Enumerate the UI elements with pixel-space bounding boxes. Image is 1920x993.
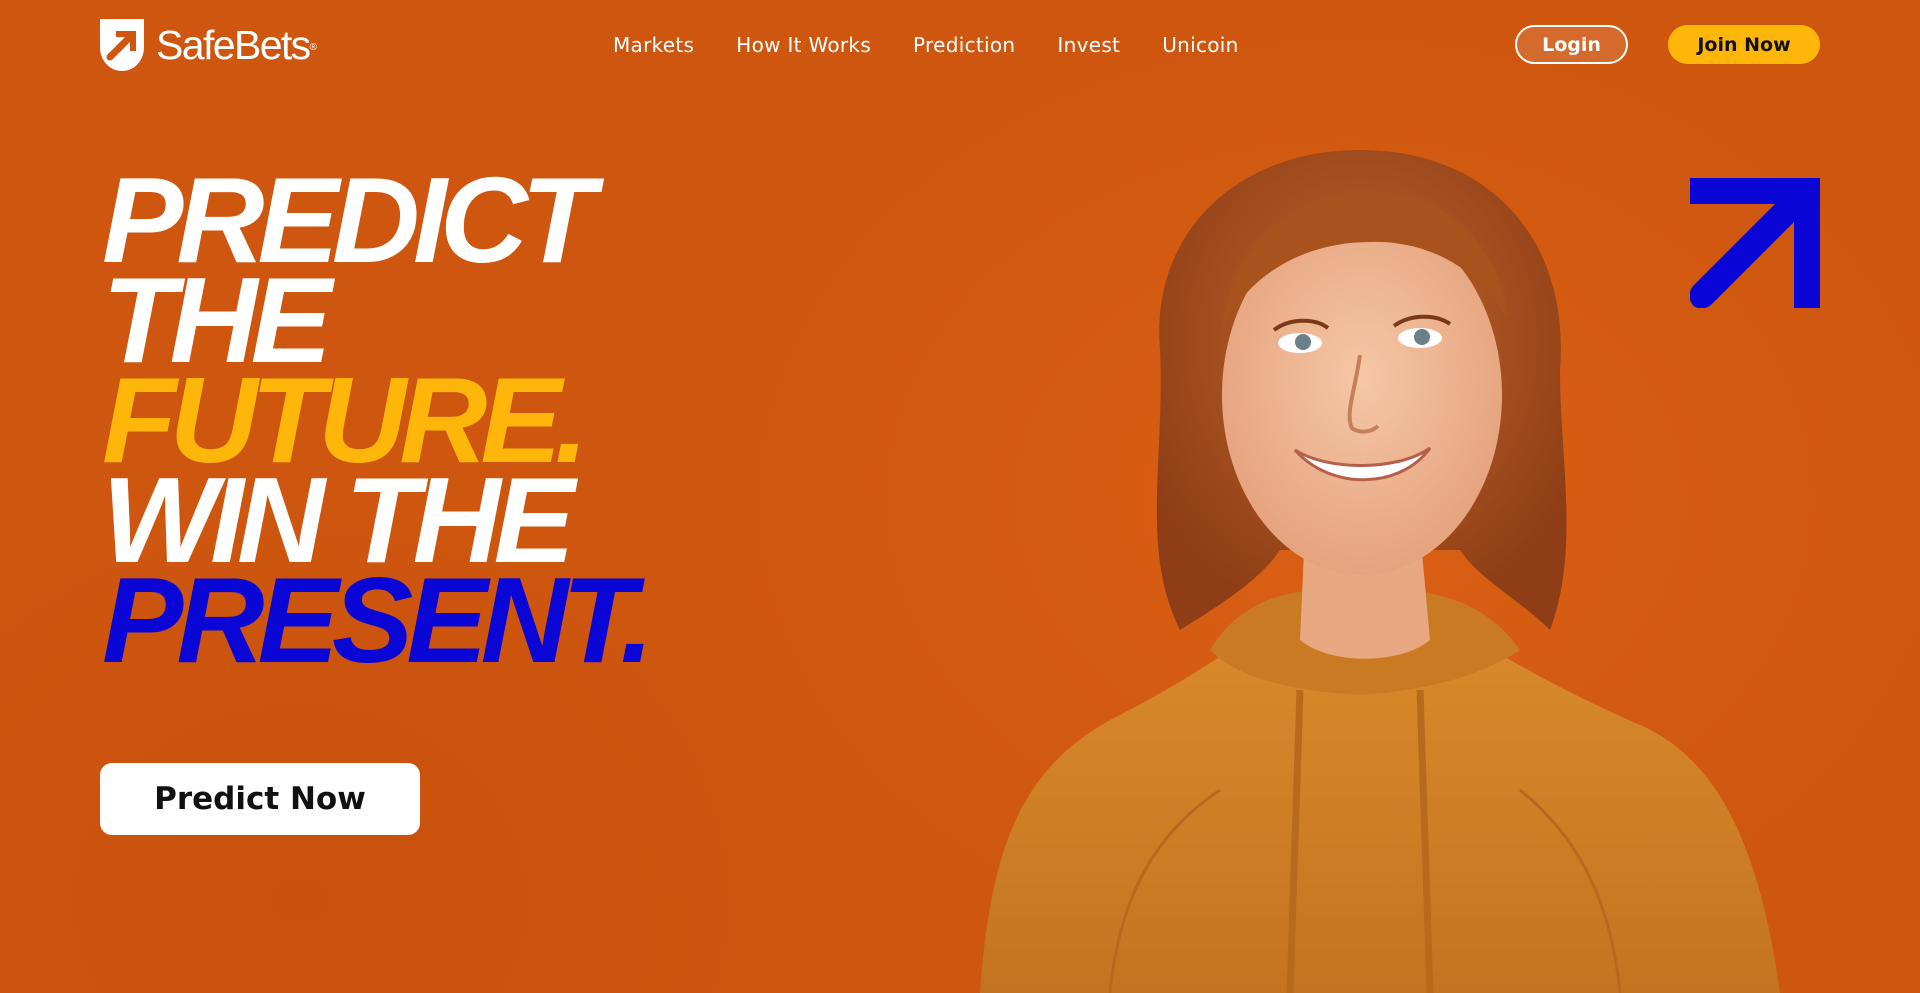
nav-item-how-it-works[interactable]: How It Works: [736, 32, 871, 58]
main-nav: Markets How It Works Prediction Invest U…: [613, 32, 1239, 58]
registered-mark: ®: [309, 41, 317, 53]
arrow-up-right-shield-icon: [100, 19, 144, 71]
nav-item-prediction[interactable]: Prediction: [913, 32, 1015, 58]
brand-logo[interactable]: SafeBets ®: [100, 19, 317, 71]
hero-headline: PREDICT THE FUTURE. WIN THE PRESENT.: [102, 159, 654, 688]
login-button[interactable]: Login: [1515, 25, 1628, 64]
nav-item-markets[interactable]: Markets: [613, 32, 694, 58]
predict-now-button[interactable]: Predict Now: [100, 763, 420, 835]
site-header: SafeBets ® Markets How It Works Predictio…: [0, 0, 1920, 90]
nav-item-unicoin[interactable]: Unicoin: [1162, 32, 1238, 58]
headline-line-present: PRESENT.: [102, 552, 654, 688]
brand-name: SafeBets: [156, 21, 311, 68]
nav-item-invest[interactable]: Invest: [1057, 32, 1120, 58]
hero-person-image: [980, 150, 1780, 993]
join-now-button[interactable]: Join Now: [1668, 25, 1820, 64]
